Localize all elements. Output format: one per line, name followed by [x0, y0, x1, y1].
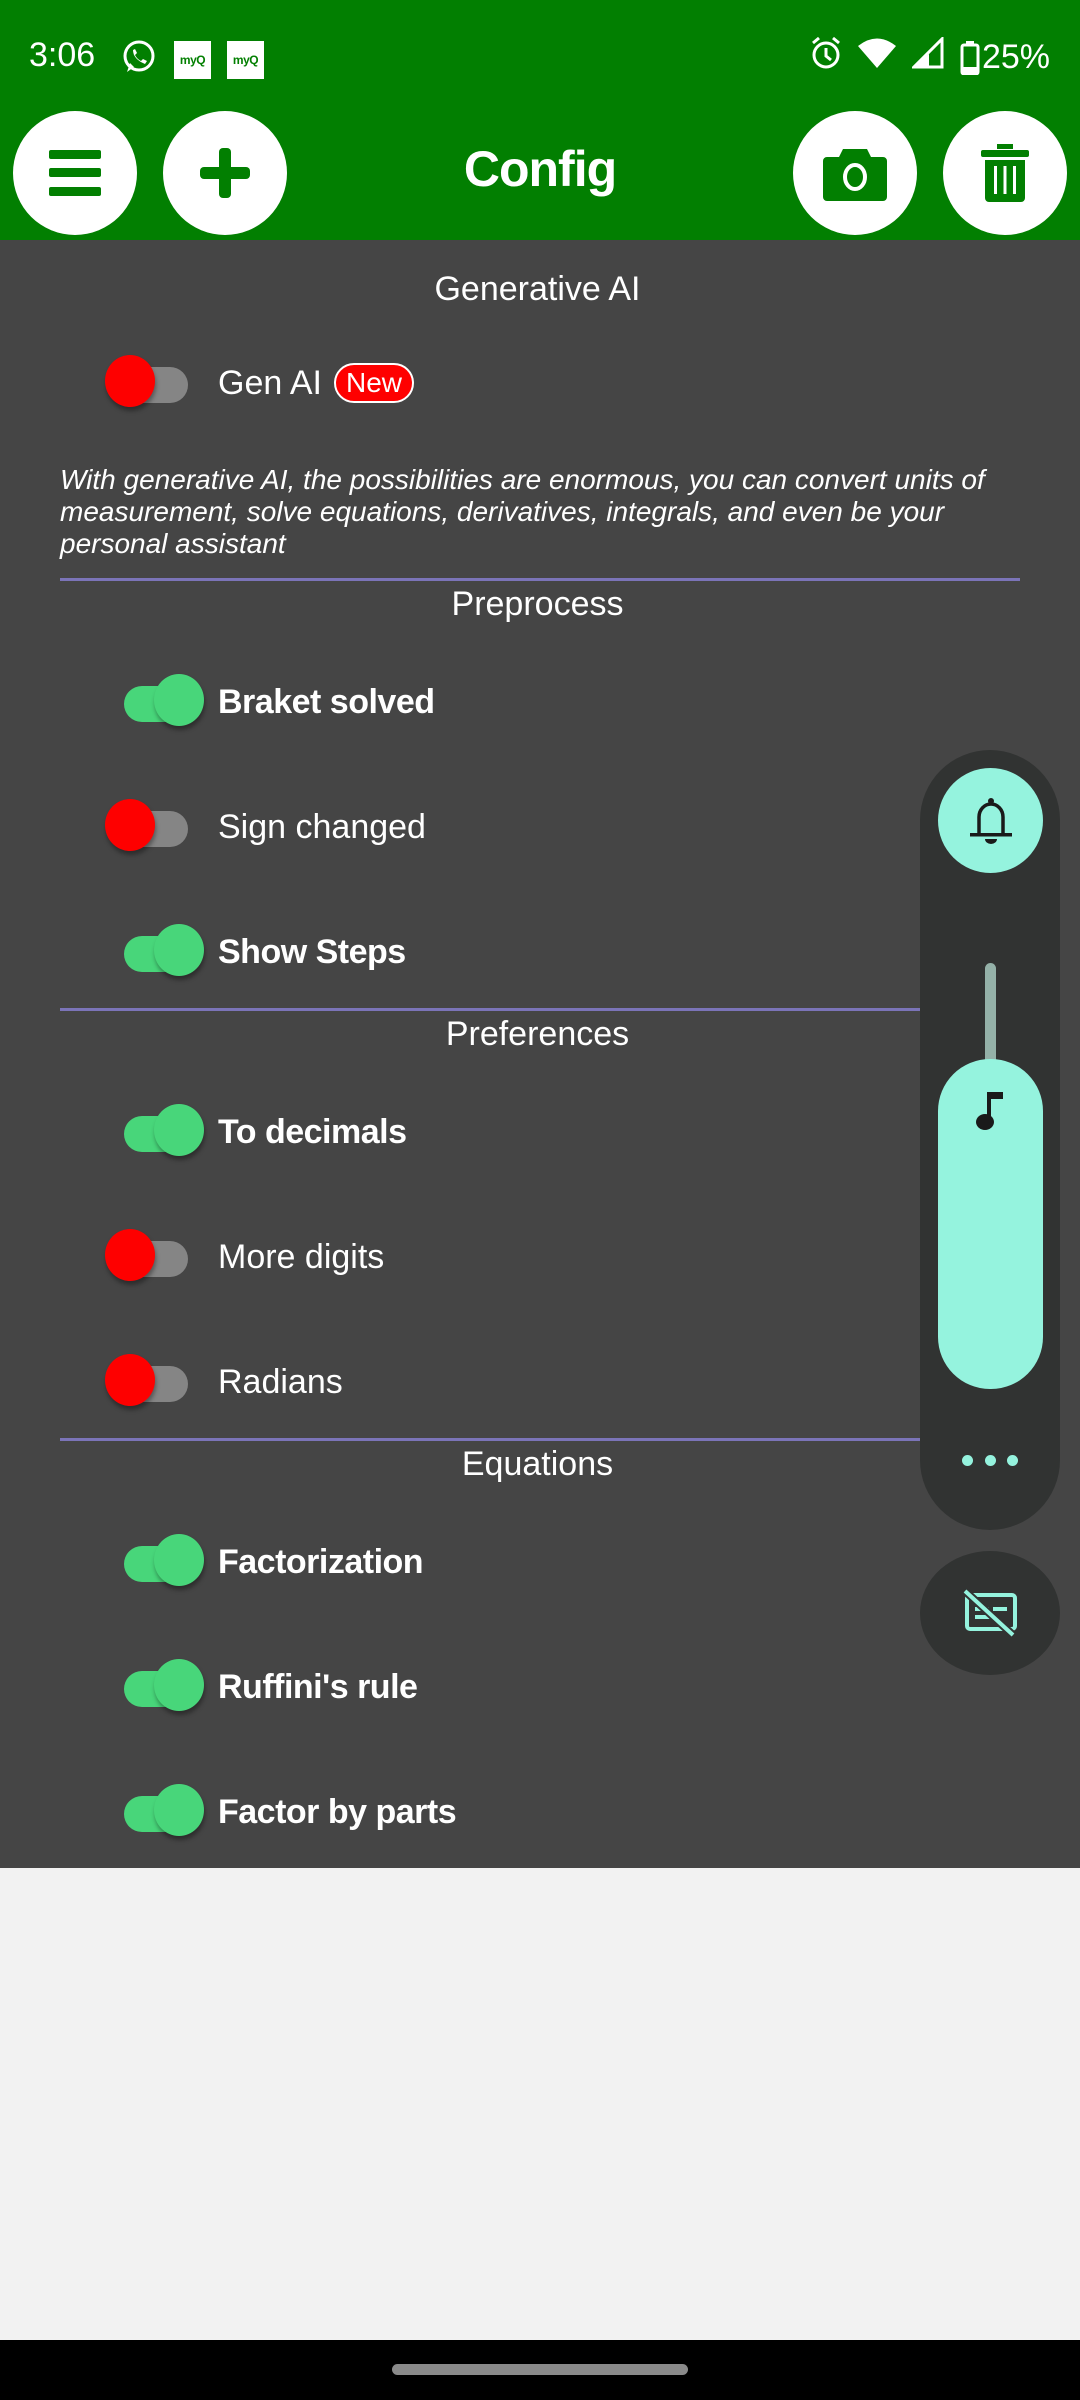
setting-label: Factor by parts	[218, 1792, 457, 1831]
setting-show-steps[interactable]: Show Steps	[100, 917, 406, 987]
toggle-thumb	[154, 1659, 204, 1711]
toggle-to-decimals[interactable]	[100, 1102, 210, 1162]
status-bar: 3:06 myQ myQ 25%	[0, 0, 1080, 110]
battery-icon	[960, 40, 980, 75]
toggle-thumb	[154, 1104, 204, 1156]
page-title: Config	[463, 141, 617, 197]
dot	[1007, 1454, 1018, 1466]
volume-slider-track[interactable]	[985, 963, 996, 1073]
camera-button[interactable]	[793, 111, 917, 235]
status-time: 3:06	[29, 36, 96, 74]
camera-icon	[823, 149, 887, 201]
whatsapp-icon	[120, 38, 158, 81]
dot	[984, 1454, 996, 1466]
alarm-icon	[810, 36, 842, 79]
wifi-icon	[857, 37, 896, 78]
toggle-thumb	[154, 674, 204, 726]
menu-icon	[49, 150, 101, 196]
plus-icon	[200, 148, 250, 198]
toggle-radians[interactable]	[100, 1352, 210, 1412]
myq-icon: myQ	[174, 40, 211, 79]
system-icons: 25%	[810, 35, 1050, 79]
settings-panel: Generative AI Gen AI New With generative…	[0, 240, 1080, 1868]
setting-label: Factorization	[218, 1542, 424, 1581]
app-bar: Config	[0, 110, 1080, 240]
divider	[60, 1008, 1020, 1011]
delete-button[interactable]	[943, 111, 1067, 235]
setting-label: Show Steps	[218, 932, 406, 971]
section-title-equations: Equations	[461, 1445, 614, 1483]
setting-ruffini-rule[interactable]: Ruffini's rule	[100, 1652, 418, 1722]
toggle-braket-solved[interactable]	[100, 672, 210, 732]
toggle-ruffini-rule[interactable]	[100, 1657, 210, 1717]
toggle-factor-by-parts[interactable]	[100, 1782, 210, 1842]
menu-button[interactable]	[13, 111, 137, 235]
add-button[interactable]	[163, 111, 287, 235]
myq-icon: myQ	[227, 40, 264, 79]
setting-gen-ai[interactable]: Gen AI New	[100, 348, 414, 418]
ringer-mode-button[interactable]	[938, 768, 1043, 873]
notification-icons: myQ myQ	[120, 38, 264, 81]
setting-label: More digits	[218, 1237, 385, 1276]
toggle-gen-ai[interactable]	[100, 353, 210, 413]
bell-icon	[969, 797, 1012, 844]
toggle-thumb	[105, 799, 155, 851]
setting-label: To decimals	[218, 1112, 407, 1151]
navigation-bar	[0, 2340, 1080, 2400]
setting-braket-solved[interactable]: Braket solved	[100, 667, 435, 737]
new-badge: New	[333, 363, 414, 403]
toggle-thumb	[154, 1534, 204, 1586]
live-caption-button[interactable]	[920, 1551, 1060, 1675]
toggle-thumb	[154, 1784, 204, 1836]
music-note-icon	[976, 1092, 1003, 1130]
divider	[60, 1438, 1020, 1441]
toggle-thumb	[105, 355, 155, 407]
setting-to-decimals[interactable]: To decimals	[100, 1097, 407, 1167]
toggle-factorization[interactable]	[100, 1532, 210, 1592]
gen-ai-description: With generative AI, the possibilities ar…	[60, 464, 985, 559]
trash-icon	[981, 144, 1029, 202]
section-title-preprocess: Preprocess	[451, 585, 624, 623]
setting-more-digits[interactable]: More digits	[100, 1222, 384, 1292]
toggle-thumb	[154, 924, 204, 976]
toggle-show-steps[interactable]	[100, 922, 210, 982]
setting-label: Sign changed	[218, 807, 426, 846]
toggle-thumb	[105, 1229, 155, 1281]
setting-radians[interactable]: Radians	[100, 1347, 343, 1417]
setting-sign-changed[interactable]: Sign changed	[100, 792, 426, 862]
setting-factor-by-parts[interactable]: Factor by parts	[100, 1777, 457, 1847]
battery: 25%	[960, 38, 1050, 77]
setting-factorization[interactable]: Factorization	[100, 1527, 424, 1597]
toggle-thumb	[105, 1354, 155, 1406]
setting-label: Ruffini's rule	[218, 1667, 418, 1706]
home-gesture-handle[interactable]	[392, 2364, 688, 2375]
toggle-sign-changed[interactable]	[100, 797, 210, 857]
toggle-more-digits[interactable]	[100, 1227, 210, 1287]
signal-icon	[910, 35, 944, 78]
setting-label: Radians	[218, 1362, 343, 1401]
dot	[962, 1454, 973, 1466]
setting-label: Braket solved	[218, 682, 435, 721]
screen: 3:06 myQ myQ 25% Config Generative AI Ge…	[0, 0, 1080, 2400]
section-title-generative-ai: Generative AI	[434, 270, 641, 308]
divider	[60, 578, 1020, 581]
captions-off-icon	[963, 1589, 1017, 1637]
volume-more-options[interactable]	[962, 1448, 1018, 1472]
section-title-preferences: Preferences	[445, 1015, 630, 1053]
setting-label: Gen AI	[218, 363, 322, 402]
battery-percent: 25%	[981, 38, 1050, 76]
